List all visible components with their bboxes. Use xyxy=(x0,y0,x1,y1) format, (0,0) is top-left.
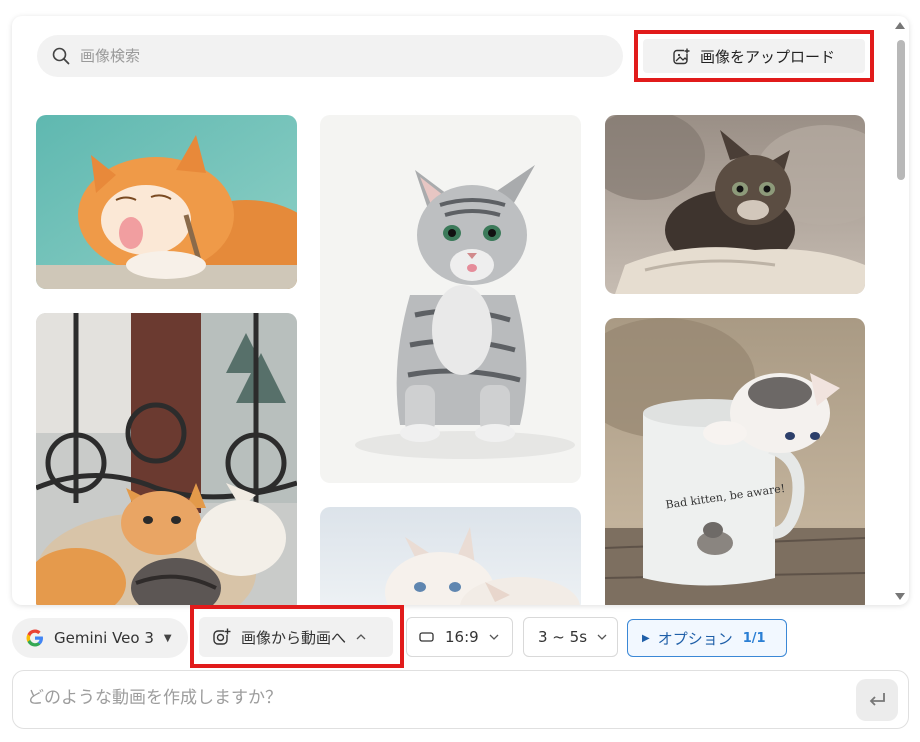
send-button[interactable] xyxy=(856,679,898,721)
image-white-kittens[interactable] xyxy=(320,507,581,605)
play-triangle-icon: ▶ xyxy=(642,632,650,644)
model-label: Gemini Veo 3 xyxy=(54,629,154,647)
image-gallery-panel: 画像をアップロード xyxy=(12,16,909,605)
scroll-down-arrow-icon[interactable] xyxy=(895,593,905,600)
gallery-scrollbar[interactable] xyxy=(893,16,909,605)
options-count-badge: 1/1 xyxy=(742,630,766,646)
chevron-down-icon xyxy=(489,634,499,640)
aspect-ratio-icon xyxy=(419,632,434,642)
scroll-up-arrow-icon[interactable] xyxy=(895,22,905,29)
image-upload-icon xyxy=(673,47,690,64)
image-search-bar[interactable] xyxy=(37,35,623,77)
duration-selector[interactable]: 3 ~ 5s xyxy=(523,617,618,657)
prompt-input[interactable] xyxy=(27,688,787,708)
dropdown-caret-icon: ▼ xyxy=(163,632,172,644)
duration-label: 3 ~ 5s xyxy=(538,628,588,646)
image-kittens-by-iron-gate[interactable] xyxy=(36,313,297,605)
search-icon xyxy=(52,46,72,66)
model-selector[interactable]: Gemini Veo 3 ▼ xyxy=(12,618,188,658)
upload-image-button[interactable]: 画像をアップロード xyxy=(643,39,865,73)
image-fluffy-kitten-on-rock[interactable] xyxy=(605,115,865,294)
prompt-box xyxy=(12,670,909,729)
enter-arrow-icon xyxy=(869,693,885,706)
options-label: オプション xyxy=(657,629,733,648)
image-silver-tabby-cat[interactable] xyxy=(320,115,581,483)
image-kitten-in-mug[interactable]: Bad kitten, be aware! xyxy=(605,318,865,605)
google-logo-icon xyxy=(26,629,43,647)
mode-selector[interactable]: 画像から動画へ xyxy=(199,617,393,657)
aspect-ratio-label: 16:9 xyxy=(445,628,479,646)
search-input[interactable] xyxy=(80,47,560,65)
upload-image-label: 画像をアップロード xyxy=(699,47,835,66)
aspect-ratio-selector[interactable]: 16:9 xyxy=(406,617,513,657)
mode-label: 画像から動画へ xyxy=(241,628,347,647)
chevron-up-icon xyxy=(356,634,366,640)
video-mode-icon xyxy=(213,628,231,645)
image-orange-cat-licking[interactable] xyxy=(36,115,297,289)
scrollbar-thumb[interactable] xyxy=(897,40,905,180)
chevron-down-icon xyxy=(597,634,607,640)
options-button[interactable]: ▶ オプション 1/1 xyxy=(627,619,787,657)
